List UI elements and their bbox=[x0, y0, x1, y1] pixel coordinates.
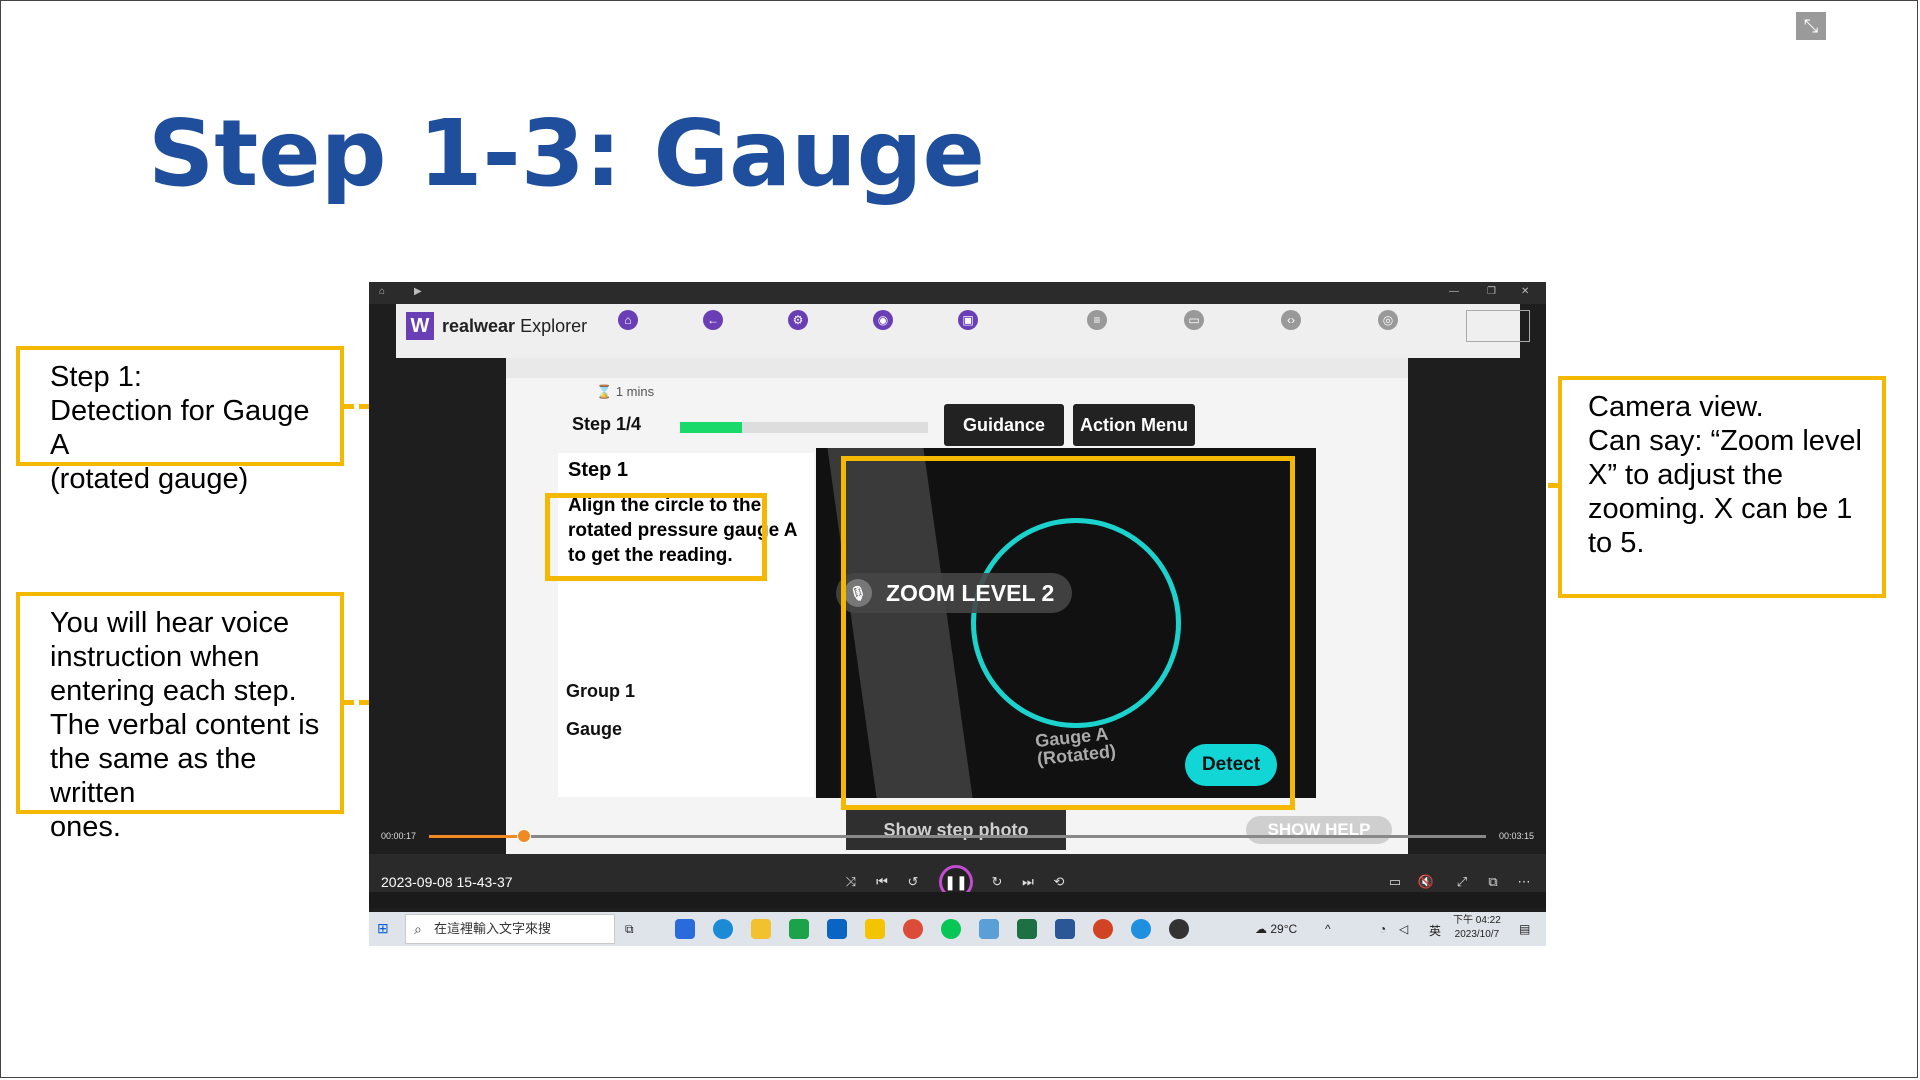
code-icon: ‹› bbox=[1281, 310, 1301, 330]
rewind-icon[interactable]: ↺ bbox=[904, 874, 922, 890]
adb-button[interactable]: ▭ bbox=[1164, 310, 1224, 332]
next-icon[interactable]: ⏭ bbox=[1019, 874, 1037, 890]
forward-icon[interactable]: ↻ bbox=[988, 874, 1006, 890]
zoom-app-icon[interactable] bbox=[675, 919, 695, 939]
highlight-camera-view bbox=[841, 456, 1295, 810]
weather-icon[interactable]: ☁ 29°C bbox=[1255, 922, 1297, 936]
ime-indicator[interactable]: 英 bbox=[1429, 922, 1441, 939]
outlook-icon[interactable] bbox=[827, 919, 847, 939]
notes-app-icon[interactable] bbox=[979, 919, 999, 939]
word-icon[interactable] bbox=[1055, 919, 1075, 939]
realwear-toolbar: W realwear Explorer ⌂ ← ⚙ ◉ ▣ ≡ ▭ ‹› ◎ bbox=[396, 304, 1530, 358]
edge-browser-icon[interactable] bbox=[713, 919, 733, 939]
group-label: Group 1 bbox=[566, 681, 636, 701]
current-time: 00:00:17 bbox=[381, 831, 417, 841]
task-type-label: Gauge bbox=[566, 719, 623, 739]
navigate-back-button[interactable]: ← bbox=[683, 310, 743, 332]
player-app-icon: ▶ bbox=[414, 286, 422, 297]
wearml-button[interactable]: ‹› bbox=[1261, 310, 1321, 332]
more-icon[interactable]: ⋯ bbox=[1515, 874, 1533, 890]
settings-button[interactable]: ⚙ bbox=[768, 310, 828, 332]
windows-start-icon[interactable]: ⊞ bbox=[377, 920, 393, 936]
minimize-icon[interactable]: — bbox=[1449, 286, 1459, 297]
line-app-icon[interactable] bbox=[941, 919, 961, 939]
show-help-button[interactable]: SHOW HELP bbox=[1246, 816, 1392, 844]
logcat-button[interactable]: ≡ bbox=[1067, 310, 1127, 332]
step-progress-bar bbox=[680, 422, 928, 433]
logcat-icon: ≡ bbox=[1087, 310, 1107, 330]
recent-icon: ▣ bbox=[958, 310, 978, 330]
realwear-logo: W bbox=[406, 312, 434, 340]
screenshot-button[interactable]: ◉ bbox=[853, 310, 913, 332]
callout-step1: Step 1: Detection for Gauge A (rotated g… bbox=[16, 346, 344, 495]
progress-fill bbox=[680, 422, 742, 433]
target-icon: ◎ bbox=[1378, 310, 1398, 330]
media-player-icon[interactable] bbox=[1169, 919, 1189, 939]
total-time: 00:03:15 bbox=[1499, 831, 1535, 841]
home-icon[interactable]: ⌂ bbox=[379, 286, 385, 297]
inner-taskbar bbox=[369, 892, 1546, 908]
teamviewer-icon[interactable] bbox=[1131, 919, 1151, 939]
chrome-icon[interactable] bbox=[903, 919, 923, 939]
windows-taskbar: ⊞ ⌕ 在這裡輸入文字來搜 ⧉ ☁ 29°C ^ ◔ ◁ 英 下午 04:22 … bbox=[369, 912, 1546, 946]
seek-bar[interactable] bbox=[429, 829, 1486, 843]
step-counter: Step 1/4 bbox=[572, 414, 642, 434]
drag-drop-area[interactable] bbox=[1466, 310, 1530, 342]
restore-icon[interactable]: ❐ bbox=[1487, 286, 1496, 297]
step-title: Step 1 bbox=[568, 459, 629, 481]
home-icon: ⌂ bbox=[618, 310, 638, 330]
taskbar-search-input[interactable]: ⌕ 在這裡輸入文字來搜 bbox=[405, 914, 615, 944]
action-menu-button[interactable]: Action Menu bbox=[1073, 404, 1195, 446]
highlight-step-instruction bbox=[545, 493, 767, 581]
repeat-icon[interactable]: ⟲ bbox=[1050, 874, 1068, 890]
sticky-notes-icon[interactable] bbox=[865, 919, 885, 939]
video-player-window: ⌂ ▶ — ❐ ✕ W realwear Explorer ⌂ ← ⚙ ◉ ▣ … bbox=[369, 282, 1546, 946]
callout-voice-instruction: You will hear voice instruction when ent… bbox=[16, 592, 344, 843]
back-icon: ← bbox=[703, 310, 723, 330]
tray-chevron-icon[interactable]: ^ bbox=[1325, 922, 1331, 936]
compress-icon[interactable]: ⤡ bbox=[1796, 12, 1826, 40]
slide-title: Step 1-3: Gauge bbox=[148, 100, 985, 207]
taskbar-clock[interactable]: 下午 04:22 2023/10/7 bbox=[1453, 914, 1501, 942]
navigate-home-button[interactable]: ⌂ bbox=[598, 310, 658, 332]
duration-label: ⌛ 1 mins bbox=[596, 384, 655, 399]
powerpoint-icon[interactable] bbox=[1093, 919, 1113, 939]
search-icon: ⌕ bbox=[414, 921, 422, 937]
realwear-brand: realwear Explorer bbox=[442, 316, 588, 336]
close-icon[interactable]: ✕ bbox=[1521, 286, 1529, 297]
player-titlebar: ⌂ ▶ — ❐ ✕ bbox=[369, 282, 1546, 304]
guidance-button[interactable]: Guidance bbox=[944, 404, 1064, 446]
task-view-icon[interactable]: ⧉ bbox=[625, 922, 634, 937]
recording-name: 2023-09-08 15-43-37 bbox=[381, 874, 513, 890]
previous-icon[interactable]: ⏮ bbox=[873, 874, 891, 890]
network-icon[interactable]: ◔ bbox=[1379, 922, 1386, 936]
gear-icon: ⚙ bbox=[788, 310, 808, 330]
mini-player-icon[interactable]: ⧉ bbox=[1484, 874, 1502, 890]
file-explorer-icon[interactable] bbox=[751, 919, 771, 939]
volume-mute-icon[interactable]: 🔇 bbox=[1417, 874, 1435, 890]
subtitles-icon[interactable]: ▭ bbox=[1386, 874, 1404, 890]
seek-progress bbox=[429, 835, 525, 838]
fullscreen-icon[interactable]: ⤢ bbox=[1453, 874, 1471, 890]
show-step-photo-button[interactable]: Show step photo bbox=[846, 810, 1066, 850]
android-status-bar bbox=[506, 358, 1408, 378]
camera-icon: ◉ bbox=[873, 310, 893, 330]
notification-icon[interactable]: ▤ bbox=[1519, 922, 1530, 936]
adb-icon: ▭ bbox=[1184, 310, 1204, 330]
speaker-icon[interactable]: ◁ bbox=[1399, 922, 1408, 936]
xy-coord-button[interactable]: ◎ bbox=[1358, 310, 1418, 332]
callout-camera-view: Camera view. Can say: “Zoom level X” to … bbox=[1558, 376, 1886, 598]
excel-icon[interactable] bbox=[1017, 919, 1037, 939]
store-icon[interactable] bbox=[789, 919, 809, 939]
shuffle-icon[interactable]: ⤨ bbox=[842, 874, 860, 890]
recent-apps-button[interactable]: ▣ bbox=[938, 310, 998, 332]
